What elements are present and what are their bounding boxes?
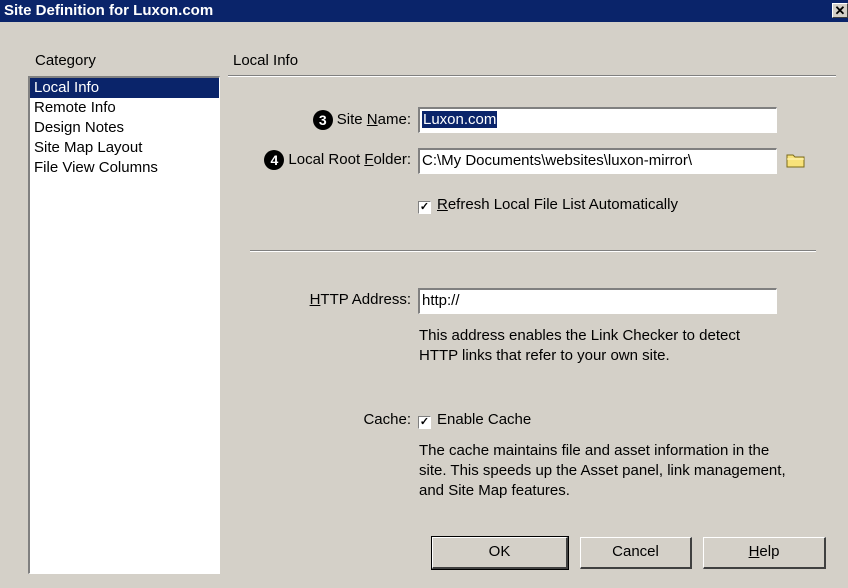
category-item-local-info[interactable]: Local Info <box>30 78 219 98</box>
title-bar: Site Definition for Luxon.com ✕ <box>0 0 848 22</box>
callout-badge: 3 <box>312 110 333 130</box>
local-root-folder-input[interactable]: C:\My Documents\websites\luxon-mirror\ <box>418 148 777 174</box>
help-button[interactable]: Help <box>703 537 826 569</box>
window-title: Site Definition for Luxon.com <box>4 2 214 19</box>
enable-cache-checkbox[interactable]: ✓ Enable Cache <box>418 411 531 429</box>
category-item-file-view-columns[interactable]: File View Columns <box>30 158 219 178</box>
cache-label: Cache: <box>363 411 411 428</box>
category-item-design-notes[interactable]: Design Notes <box>30 118 219 138</box>
ok-button[interactable]: OK <box>431 536 569 570</box>
cache-description: The cache maintains file and asset infor… <box>419 442 786 499</box>
checkbox-icon[interactable]: ✓ <box>418 201 431 214</box>
local-root-folder-label: 4 Local Root Folder: <box>226 150 411 170</box>
category-heading: Category <box>35 52 96 69</box>
site-name-label: 3 Site Name: <box>260 110 411 130</box>
site-name-value: Luxon.com <box>422 111 498 128</box>
category-item-remote-info[interactable]: Remote Info <box>30 98 219 118</box>
category-list[interactable]: Local Info Remote Info Design Notes Site… <box>28 76 220 574</box>
panel-heading: Local Info <box>233 52 299 69</box>
checkbox-icon[interactable]: ✓ <box>418 416 431 429</box>
callout-badge: 4 <box>264 150 285 170</box>
section-divider <box>250 250 816 252</box>
folder-browse-icon[interactable] <box>786 151 806 173</box>
refresh-local-file-list-checkbox[interactable]: ✓ Refresh Local File List Automatically <box>418 196 678 214</box>
http-address-label: HTTP Address: <box>309 291 411 308</box>
http-address-description: This address enables the Link Checker to… <box>419 327 741 364</box>
heading-divider <box>228 75 836 77</box>
category-item-site-map-layout[interactable]: Site Map Layout <box>30 138 219 158</box>
site-definition-dialog: Site Definition for Luxon.com ✕ Category… <box>0 0 848 588</box>
http-address-input[interactable]: http:// <box>418 288 777 314</box>
local-root-folder-value: C:\My Documents\websites\luxon-mirror\ <box>422 152 693 169</box>
site-name-input[interactable]: Luxon.com <box>418 107 777 133</box>
close-icon[interactable]: ✕ <box>832 3 848 18</box>
http-address-value: http:// <box>422 292 460 309</box>
cancel-button[interactable]: Cancel <box>580 537 692 569</box>
